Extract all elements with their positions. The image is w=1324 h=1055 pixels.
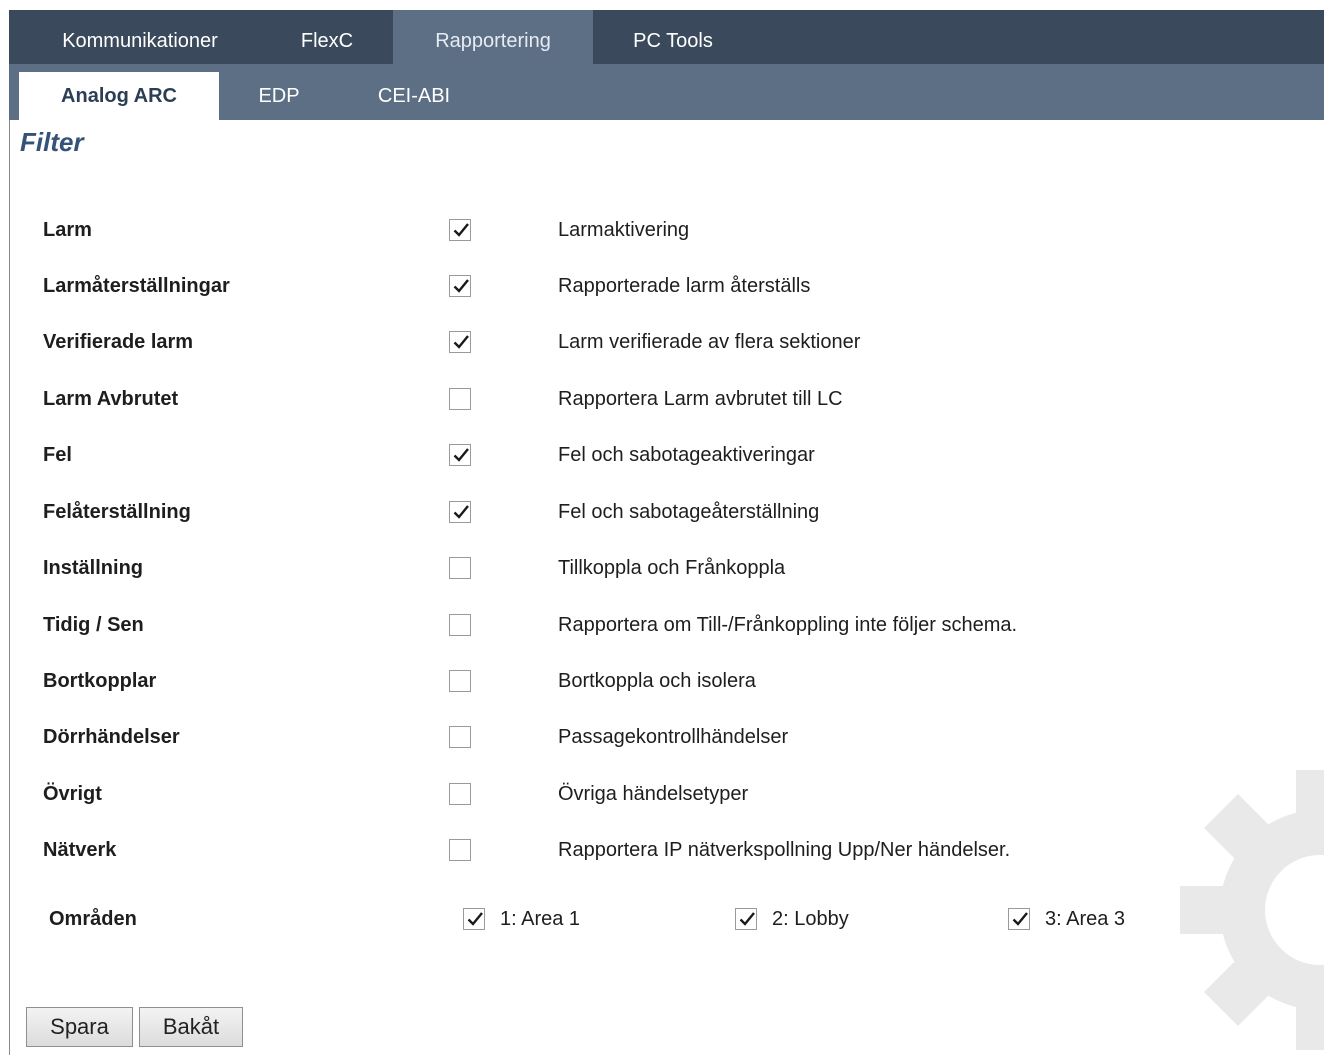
checkmark-icon [453,223,469,237]
filter-label: Inställning [43,557,143,579]
filter-description: Övriga händelsetyper [558,783,749,805]
filter-checkbox[interactable] [449,388,471,410]
filter-row: Tidig / Sen Rapportera om Till-/Frånkopp… [0,605,1324,645]
filter-label: Felåterställning [43,501,191,523]
tab-flexc[interactable]: FlexC [257,10,397,64]
filter-description: Bortkoppla och isolera [558,670,756,692]
checkmark-icon [453,448,469,462]
checkmark-icon [453,279,469,293]
filter-label: Bortkopplar [43,670,157,692]
area-checkbox[interactable] [1008,908,1030,930]
main-tab-bar: Kommunikationer FlexC Rapportering PC To… [9,10,1324,64]
filter-checkbox[interactable] [449,783,471,805]
checkmark-icon [453,335,469,349]
section-title: Filter [20,127,84,157]
filter-row: Larm Larmaktivering [0,210,1324,250]
tab-kommunikationer[interactable]: Kommunikationer [23,10,257,64]
area-label: 2: Lobby [772,908,849,930]
filter-row: Nätverk Rapportera IP nätverkspollning U… [0,830,1324,870]
tab-pc-tools[interactable]: PC Tools [593,10,753,64]
filter-row: Bortkopplar Bortkoppla och isolera [0,661,1324,701]
area-checkbox[interactable] [735,908,757,930]
area-label: 3: Area 3 [1045,908,1126,930]
area-checkbox[interactable] [463,908,485,930]
filter-checkbox[interactable] [449,839,471,861]
filter-description: Passagekontrollhändelser [558,726,789,748]
checkmark-icon [739,912,755,926]
filter-label: Fel [43,444,72,466]
filter-checkbox[interactable] [449,557,471,579]
filter-row: Larmåterställningar Rapporterade larm åt… [0,266,1324,306]
checkmark-icon [453,505,469,519]
checkmark-icon [1012,912,1028,926]
filter-checkbox[interactable] [449,275,471,297]
subtab-analog-arc[interactable]: Analog ARC [19,72,219,120]
filter-description: Fel och sabotageåterställning [558,501,820,523]
filter-checkbox[interactable] [449,331,471,353]
filter-label: Övrigt [43,783,102,805]
areas-label: Områden [49,908,137,930]
subtab-cei-abi[interactable]: CEI-ABI [349,72,479,120]
filter-checkbox[interactable] [449,614,471,636]
filter-description: Larm verifierade av flera sektioner [558,331,861,353]
filter-label: Tidig / Sen [43,614,144,636]
gear-watermark-icon [1170,760,1324,1055]
filter-row: Felåterställning Fel och sabotageåterstä… [0,492,1324,532]
save-button[interactable]: Spara [26,1007,133,1047]
back-button[interactable]: Bakåt [139,1007,243,1047]
filter-description: Rapportera IP nätverkspollning Upp/Ner h… [558,839,1011,861]
filter-label: Larm [43,219,92,241]
filter-label: Nätverk [43,839,117,861]
sub-tab-bar: Analog ARC EDP CEI-ABI [9,64,1324,120]
filter-row: Larm Avbrutet Rapportera Larm avbrutet t… [0,379,1324,419]
filter-checkbox[interactable] [449,501,471,523]
filter-row: Inställning Tillkoppla och Frånkoppla [0,548,1324,588]
filter-label: Larm Avbrutet [43,388,179,410]
filter-row: Övrigt Övriga händelsetyper [0,774,1324,814]
filter-checkbox[interactable] [449,219,471,241]
subtab-edp[interactable]: EDP [219,72,339,120]
filter-label: Verifierade larm [43,331,194,353]
filter-checkbox[interactable] [449,444,471,466]
filter-label: Larmåterställningar [43,275,230,297]
filter-description: Tillkoppla och Frånkoppla [558,557,786,579]
filter-row: Fel Fel och sabotageaktiveringar [0,435,1324,475]
filter-description: Fel och sabotageaktiveringar [558,444,815,466]
filter-description: Rapportera Larm avbrutet till LC [558,388,843,410]
filter-description: Larmaktivering [558,219,690,241]
area-label: 1: Area 1 [500,908,581,930]
filter-description: Rapportera om Till-/Frånkoppling inte fö… [558,614,1018,636]
filter-description: Rapporterade larm återställs [558,275,811,297]
filter-label: Dörrhändelser [43,726,180,748]
filter-checkbox[interactable] [449,670,471,692]
checkmark-icon [467,912,483,926]
tab-rapportering[interactable]: Rapportering [393,10,593,64]
filter-checkbox[interactable] [449,726,471,748]
filter-row: Dörrhändelser Passagekontrollhändelser [0,717,1324,757]
filter-row: Verifierade larm Larm verifierade av fle… [0,322,1324,362]
